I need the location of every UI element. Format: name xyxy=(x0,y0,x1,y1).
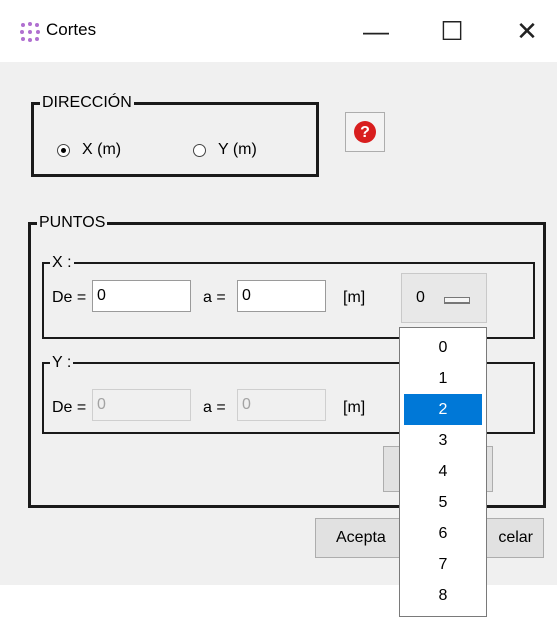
maximize-button[interactable]: ☐ xyxy=(422,8,482,54)
y-a-input[interactable]: 0 xyxy=(237,389,326,421)
dropdown-option[interactable]: 8 xyxy=(404,580,482,611)
dropdown-option-selected[interactable]: 2 xyxy=(404,394,482,425)
x-unit-label: [m] xyxy=(343,289,366,306)
radio-x[interactable]: X (m) xyxy=(57,141,121,159)
x-a-label: a = xyxy=(203,289,226,306)
cancel-button-label: celar xyxy=(498,529,533,546)
app-icon xyxy=(20,22,40,42)
dropdown-option[interactable]: 1 xyxy=(404,363,482,394)
direccion-legend: DIRECCIÓN xyxy=(42,94,132,111)
dropdown-option[interactable]: 7 xyxy=(404,549,482,580)
minimize-button[interactable]: — xyxy=(346,8,406,54)
radio-x-dot[interactable] xyxy=(57,143,70,157)
y-de-label: De = xyxy=(52,399,87,416)
dropdown-option[interactable]: 0 xyxy=(404,332,482,363)
x-de-input[interactable]: 0 xyxy=(92,280,191,312)
y-de-input[interactable]: 0 xyxy=(92,389,191,421)
y-a-label: a = xyxy=(203,399,226,416)
points-count-dropdown[interactable]: 0 1 2 3 4 5 6 7 8 xyxy=(399,327,487,617)
x-legend: X : xyxy=(52,254,72,271)
title-bar: Cortes — ☐ ✕ xyxy=(0,0,557,62)
close-button[interactable]: ✕ xyxy=(497,8,557,54)
puntos-legend: PUNTOS xyxy=(39,214,106,231)
x-a-input[interactable]: 0 xyxy=(237,280,326,312)
x-de-label: De = xyxy=(52,289,87,306)
help-button[interactable]: ? xyxy=(345,112,385,152)
svg-text:?: ? xyxy=(360,124,370,141)
points-count-combo[interactable]: 0 xyxy=(401,273,487,323)
dropdown-option[interactable]: 4 xyxy=(404,456,482,487)
direccion-group: DIRECCIÓN xyxy=(31,95,319,177)
radio-y-dot[interactable] xyxy=(193,143,206,157)
y-legend: Y : xyxy=(52,354,72,371)
radio-x-label: X (m) xyxy=(82,141,122,158)
window-title: Cortes xyxy=(46,20,97,39)
question-icon: ? xyxy=(354,121,376,143)
dropdown-option[interactable]: 5 xyxy=(404,487,482,518)
y-unit-label: [m] xyxy=(343,399,366,416)
dropdown-option[interactable]: 3 xyxy=(404,425,482,456)
combo-value: 0 xyxy=(416,289,425,306)
radio-y[interactable]: Y (m) xyxy=(193,141,257,159)
combo-arrow-icon xyxy=(444,297,470,304)
dropdown-option[interactable]: 6 xyxy=(404,518,482,549)
radio-y-label: Y (m) xyxy=(218,141,257,158)
